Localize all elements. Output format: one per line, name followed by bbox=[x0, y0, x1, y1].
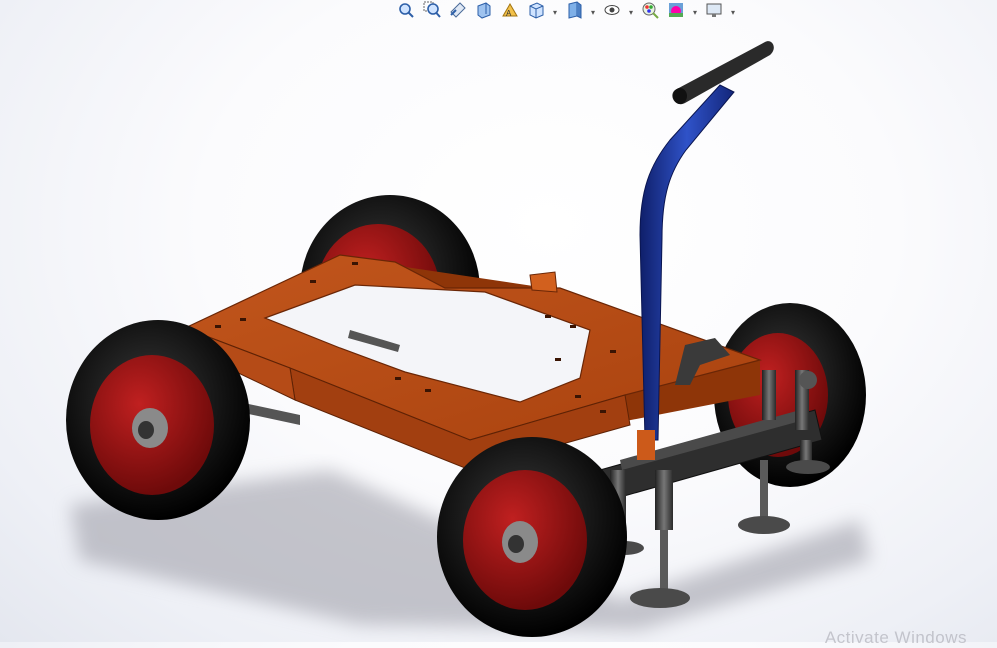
chevron-down-icon[interactable]: ▾ bbox=[626, 1, 636, 23]
zoom-to-area-button[interactable] bbox=[420, 1, 444, 23]
frame-body[interactable] bbox=[183, 254, 763, 471]
activate-windows-watermark: Activate Windows bbox=[824, 628, 967, 647]
graphics-viewport[interactable]: A ▾ ▾ ▾ ▾ ▾ Activate Windows bbox=[0, 0, 997, 647]
front-left-wheel[interactable] bbox=[66, 320, 250, 520]
section-view-button[interactable] bbox=[472, 1, 496, 23]
view-orientation-button[interactable] bbox=[524, 1, 548, 23]
view-settings-button[interactable] bbox=[702, 1, 726, 23]
heads-up-view-toolbar: A ▾ ▾ ▾ ▾ ▾ bbox=[394, 0, 738, 24]
chevron-down-icon[interactable]: ▾ bbox=[690, 1, 700, 23]
hide-show-items-icon bbox=[602, 0, 622, 25]
edit-appearance-button[interactable] bbox=[638, 1, 662, 23]
section-view-icon bbox=[474, 0, 494, 25]
apply-scene-button[interactable] bbox=[664, 1, 688, 23]
front-right-wheel[interactable] bbox=[437, 437, 627, 637]
trolley-3d-model[interactable] bbox=[0, 0, 997, 642]
chevron-down-icon[interactable]: ▾ bbox=[728, 1, 738, 23]
view-orientation-icon bbox=[526, 0, 546, 25]
zoom-to-area-icon bbox=[422, 0, 442, 25]
chevron-down-icon[interactable]: ▾ bbox=[550, 1, 560, 23]
hide-show-items-button[interactable] bbox=[600, 1, 624, 23]
previous-view-button[interactable] bbox=[446, 1, 470, 23]
previous-view-icon bbox=[448, 0, 468, 25]
zoom-to-fit-button[interactable] bbox=[394, 1, 418, 23]
view-settings-icon bbox=[704, 0, 724, 25]
edit-appearance-icon bbox=[640, 0, 660, 25]
display-style-icon bbox=[564, 0, 584, 25]
display-style-button[interactable] bbox=[562, 0, 586, 25]
apply-scene-icon bbox=[666, 0, 686, 25]
svg-text:A: A bbox=[506, 9, 512, 18]
dynamic-annotation-views-icon: A bbox=[500, 0, 520, 25]
dynamic-annotation-views-button[interactable]: A bbox=[498, 1, 522, 23]
chevron-down-icon[interactable]: ▾ bbox=[588, 1, 598, 23]
zoom-to-fit-icon bbox=[396, 0, 416, 25]
